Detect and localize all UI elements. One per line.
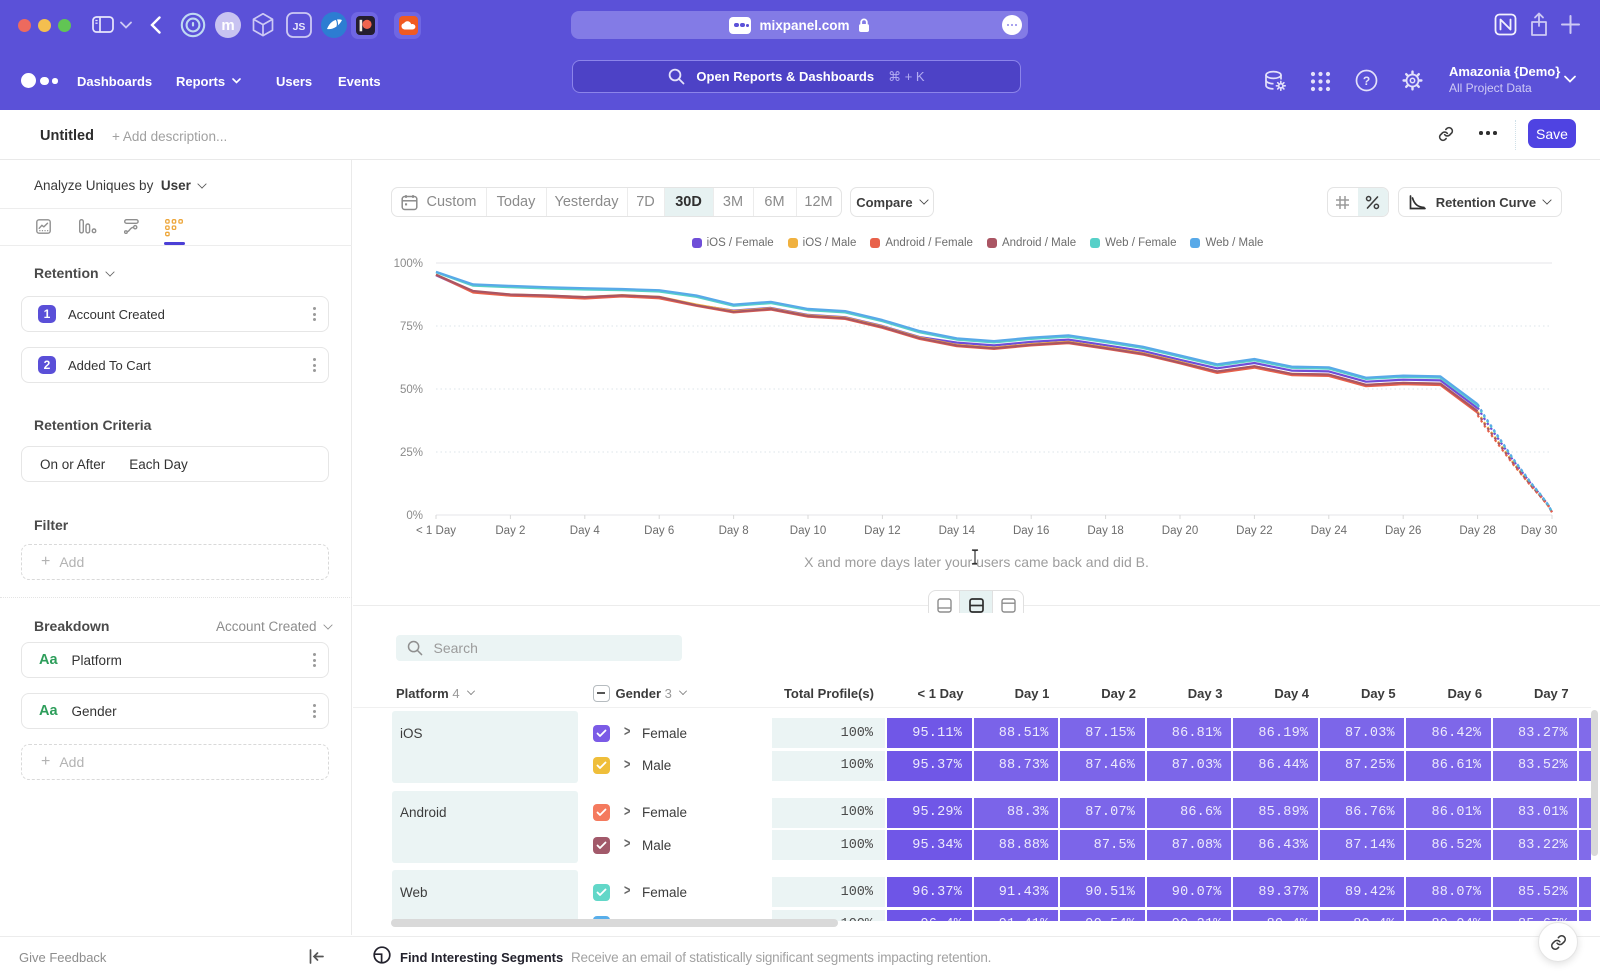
svg-text:Day 6: Day 6	[644, 525, 674, 537]
svg-text:Day 2: Day 2	[495, 525, 525, 537]
svg-text:Day 16: Day 16	[1013, 525, 1049, 537]
svg-text:Day 4: Day 4	[570, 525, 601, 537]
svg-text:Day 8: Day 8	[719, 525, 749, 537]
svg-text:JS: JS	[293, 21, 306, 33]
svg-text:100%: 100%	[394, 258, 423, 270]
svg-text:Day 18: Day 18	[1087, 525, 1123, 537]
svg-text:75%: 75%	[400, 321, 423, 333]
svg-text:?: ?	[1363, 74, 1370, 88]
svg-text:Day 24: Day 24	[1311, 525, 1348, 537]
svg-text:Day 14: Day 14	[939, 525, 976, 537]
svg-text:Day 22: Day 22	[1236, 525, 1272, 537]
svg-text:25%: 25%	[400, 447, 423, 459]
svg-text:Day 28: Day 28	[1459, 525, 1495, 537]
svg-text:0%: 0%	[406, 510, 423, 522]
svg-text:Day 10: Day 10	[790, 525, 826, 537]
svg-text:50%: 50%	[400, 384, 423, 396]
svg-text:Day 30: Day 30	[1521, 525, 1557, 537]
svg-text:< 1 Day: < 1 Day	[416, 525, 456, 537]
svg-text:Day 12: Day 12	[864, 525, 900, 537]
svg-text:Day 20: Day 20	[1162, 525, 1198, 537]
svg-text:Day 26: Day 26	[1385, 525, 1421, 537]
